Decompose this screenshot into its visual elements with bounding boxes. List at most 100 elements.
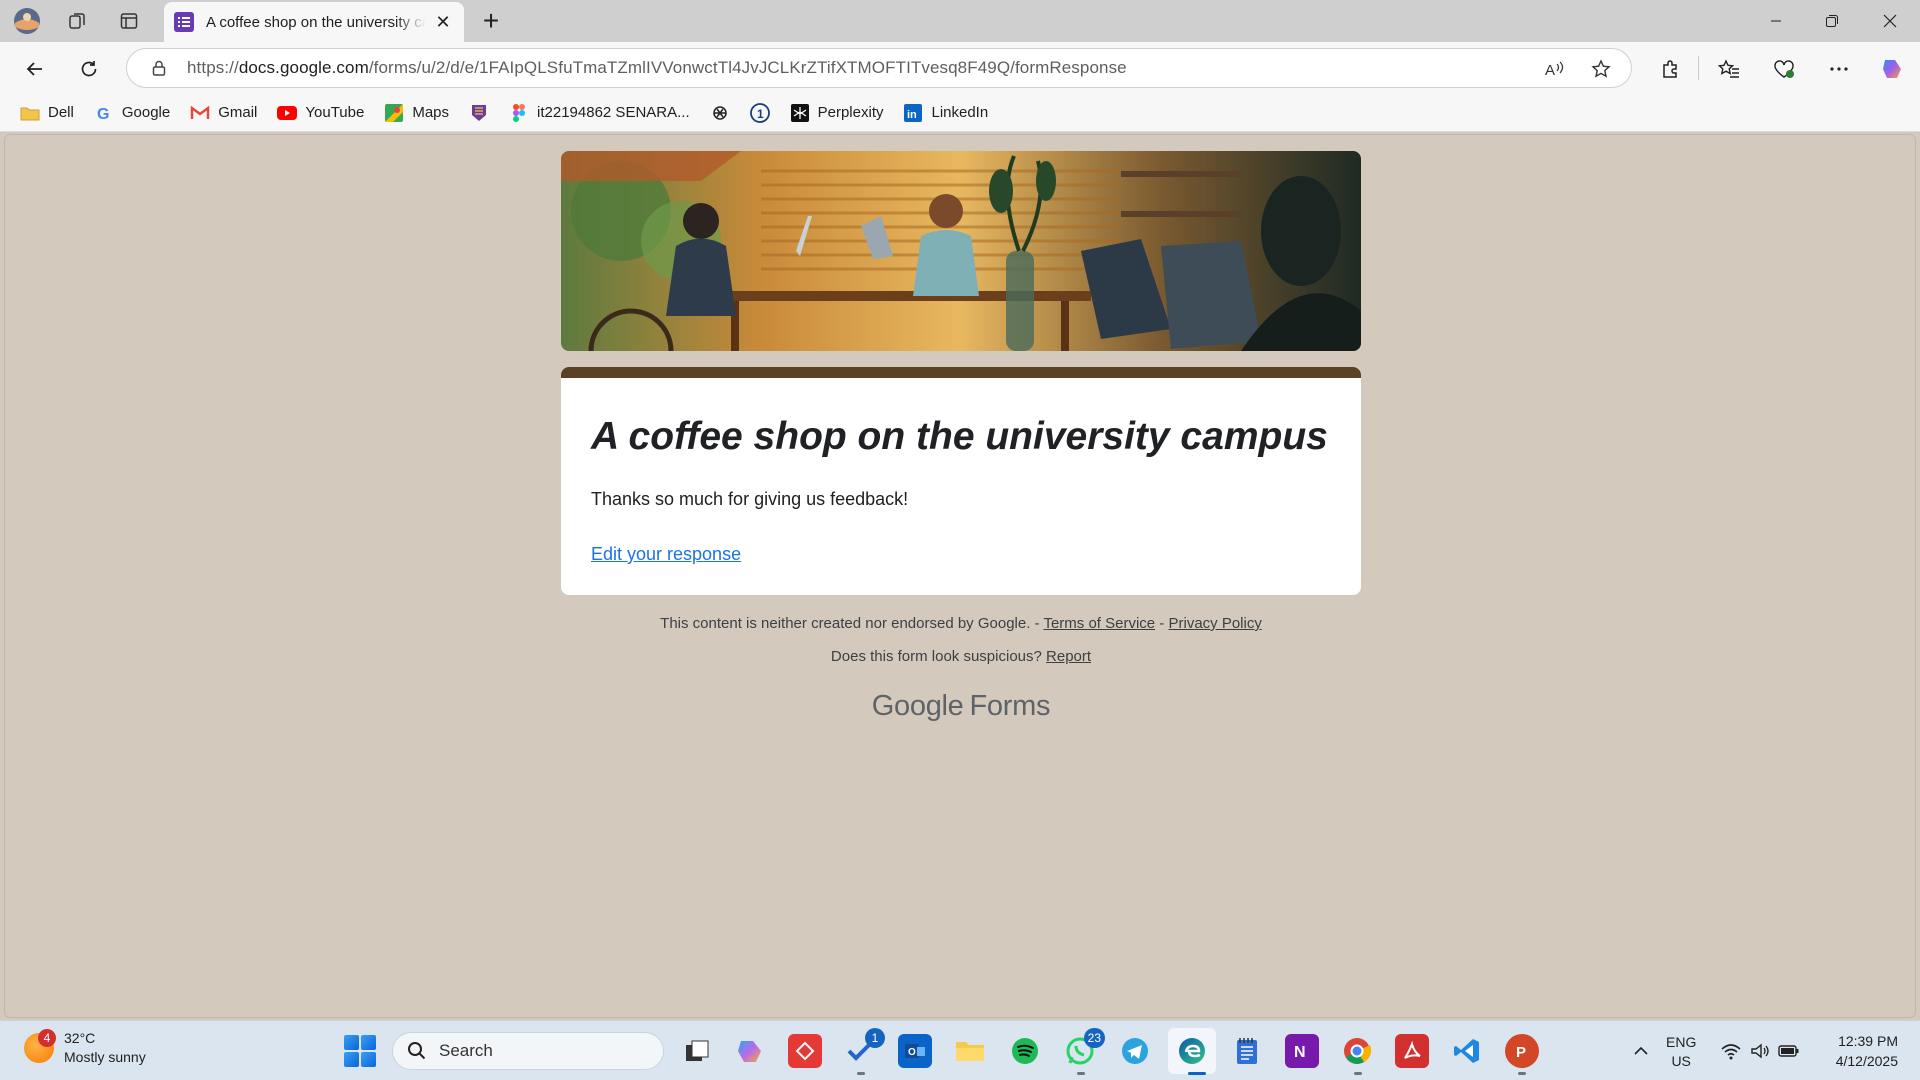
powerpoint-icon[interactable]: P [1505,1034,1539,1068]
extensions-icon[interactable] [1653,52,1687,86]
start-button[interactable] [344,1035,376,1067]
report-line: Does this form look suspicious? Report [561,648,1361,665]
bookmark-onepassword[interactable]: 1 [742,98,778,128]
confirmation-message: Thanks so much for giving us feedback! [591,489,909,509]
disclaimer: This content is neither created nor endo… [561,615,1361,632]
google-icon: G [94,103,114,123]
privacy-policy-link[interactable]: Privacy Policy [1168,615,1261,632]
separator: - [1030,615,1044,632]
linkedin-icon: in [903,103,923,123]
edit-response-link[interactable]: Edit your response [591,544,741,565]
copilot-app-icon[interactable] [733,1034,767,1068]
temperature: 32°C [64,1030,96,1046]
bookmark-openai[interactable] [702,98,738,128]
taskbar-search[interactable]: Search [392,1032,664,1070]
notepad-icon[interactable] [1230,1034,1264,1068]
todo-icon[interactable]: 1 [843,1028,885,1068]
bookmark-google[interactable]: G Google [86,98,178,128]
telegram-icon[interactable] [1118,1034,1152,1068]
header-banner-image [561,151,1361,351]
svg-text:N: N [1294,1044,1306,1061]
browser-essentials-icon[interactable] [1767,52,1801,86]
anydesk-icon[interactable] [788,1034,822,1068]
bookmark-university[interactable] [461,98,497,128]
weather-widget[interactable]: 4 32°C Mostly sunny [24,1029,146,1067]
running-indicator [1354,1072,1362,1075]
confirmation-card: A coffee shop on the university campus T… [561,367,1361,595]
minimize-icon[interactable] [1748,0,1804,42]
bookmark-youtube[interactable]: YouTube [269,98,372,128]
volume-icon [1751,1043,1769,1059]
bookmark-perplexity[interactable]: Perplexity [782,98,892,128]
vscode-icon[interactable] [1450,1034,1484,1068]
university-icon [469,103,489,123]
youtube-icon [277,103,298,123]
svg-text:O: O [908,1047,916,1058]
onenote-icon[interactable]: N [1285,1034,1319,1068]
maps-icon [384,103,404,123]
show-hidden-icons[interactable] [1624,1034,1658,1068]
bookmark-label: Perplexity [817,104,884,121]
bookmark-dell[interactable]: Dell [12,98,82,128]
vertical-tabs-icon[interactable] [114,6,144,36]
new-tab-icon[interactable]: + [478,5,504,36]
close-tab-icon[interactable]: ✕ [432,11,454,33]
favorite-star-icon[interactable] [1587,57,1615,81]
report-link[interactable]: Report [1046,648,1091,665]
bookmark-label: it22194862 SENARA... [537,104,690,121]
sun-icon: 4 [24,1029,56,1063]
copilot-icon[interactable] [1876,52,1910,86]
google-forms-logo[interactable]: Google Forms [561,690,1361,723]
bookmark-linkedin[interactable]: in LinkedIn [895,98,996,128]
system-tray-status[interactable] [1720,1034,1800,1068]
bookmark-gmail[interactable]: Gmail [182,98,265,128]
weather-condition: Mostly sunny [64,1049,146,1065]
spotify-icon[interactable] [1008,1034,1042,1068]
svg-text:1: 1 [757,107,764,121]
search-icon [408,1042,426,1060]
close-window-icon[interactable] [1862,0,1918,42]
bookmark-label: YouTube [305,104,365,121]
edge-icon[interactable] [1175,1034,1209,1068]
task-view-icon[interactable] [680,1034,714,1068]
url-prefix: https:// [187,58,239,77]
svg-text:A: A [1545,62,1555,78]
taskbar: 4 32°C Mostly sunny Search 1 O 23 N P EN… [0,1020,1920,1080]
weather-badge: 4 [38,1029,56,1047]
acrobat-icon[interactable] [1395,1034,1429,1068]
language-indicator[interactable]: ENG US [1666,1033,1696,1071]
bookmark-label: Gmail [218,104,258,121]
favorites-icon[interactable] [1712,52,1746,86]
form-title: A coffee shop on the university campus [591,415,1328,458]
navigation-bar: https://docs.google.com/forms/u/2/d/e/1F… [0,42,1920,94]
outlook-icon[interactable]: O [898,1034,932,1068]
profile-avatar[interactable] [12,6,42,36]
whatsapp-icon[interactable]: 23 [1063,1028,1105,1068]
search-label: Search [439,1041,493,1060]
title-bar: A coffee shop on the university campus ✕… [0,0,1920,42]
refresh-icon[interactable] [72,52,106,86]
terms-of-service-link[interactable]: Terms of Service [1043,615,1155,632]
more-options-icon[interactable] [1822,52,1856,86]
folder-icon [20,103,40,123]
restore-icon[interactable] [1804,0,1860,42]
file-explorer-icon[interactable] [953,1034,987,1068]
battery-icon [1778,1045,1799,1057]
clock[interactable]: 12:39 PM 4/12/2025 [1820,1031,1898,1071]
tab-title: A coffee shop on the university campus [206,13,426,31]
bookmark-maps[interactable]: Maps [376,98,457,128]
chrome-icon[interactable] [1340,1034,1374,1068]
running-indicator [1077,1072,1085,1075]
wifi-icon [1721,1044,1741,1060]
workspaces-icon[interactable] [62,6,92,36]
svg-text:P: P [1516,1044,1526,1061]
url-host: docs.google.com [238,58,369,77]
bookmark-figma[interactable]: it22194862 SENARA... [501,98,698,128]
whatsapp-badge: 23 [1083,1028,1105,1048]
address-bar[interactable]: https://docs.google.com/forms/u/2/d/e/1F… [126,48,1632,88]
tab-active[interactable]: A coffee shop on the university campus ✕ [164,2,464,42]
logo-forms-text: Forms [969,690,1051,722]
read-aloud-icon[interactable]: A [1541,57,1569,81]
back-icon[interactable] [18,52,52,86]
site-info-icon[interactable] [139,59,179,77]
